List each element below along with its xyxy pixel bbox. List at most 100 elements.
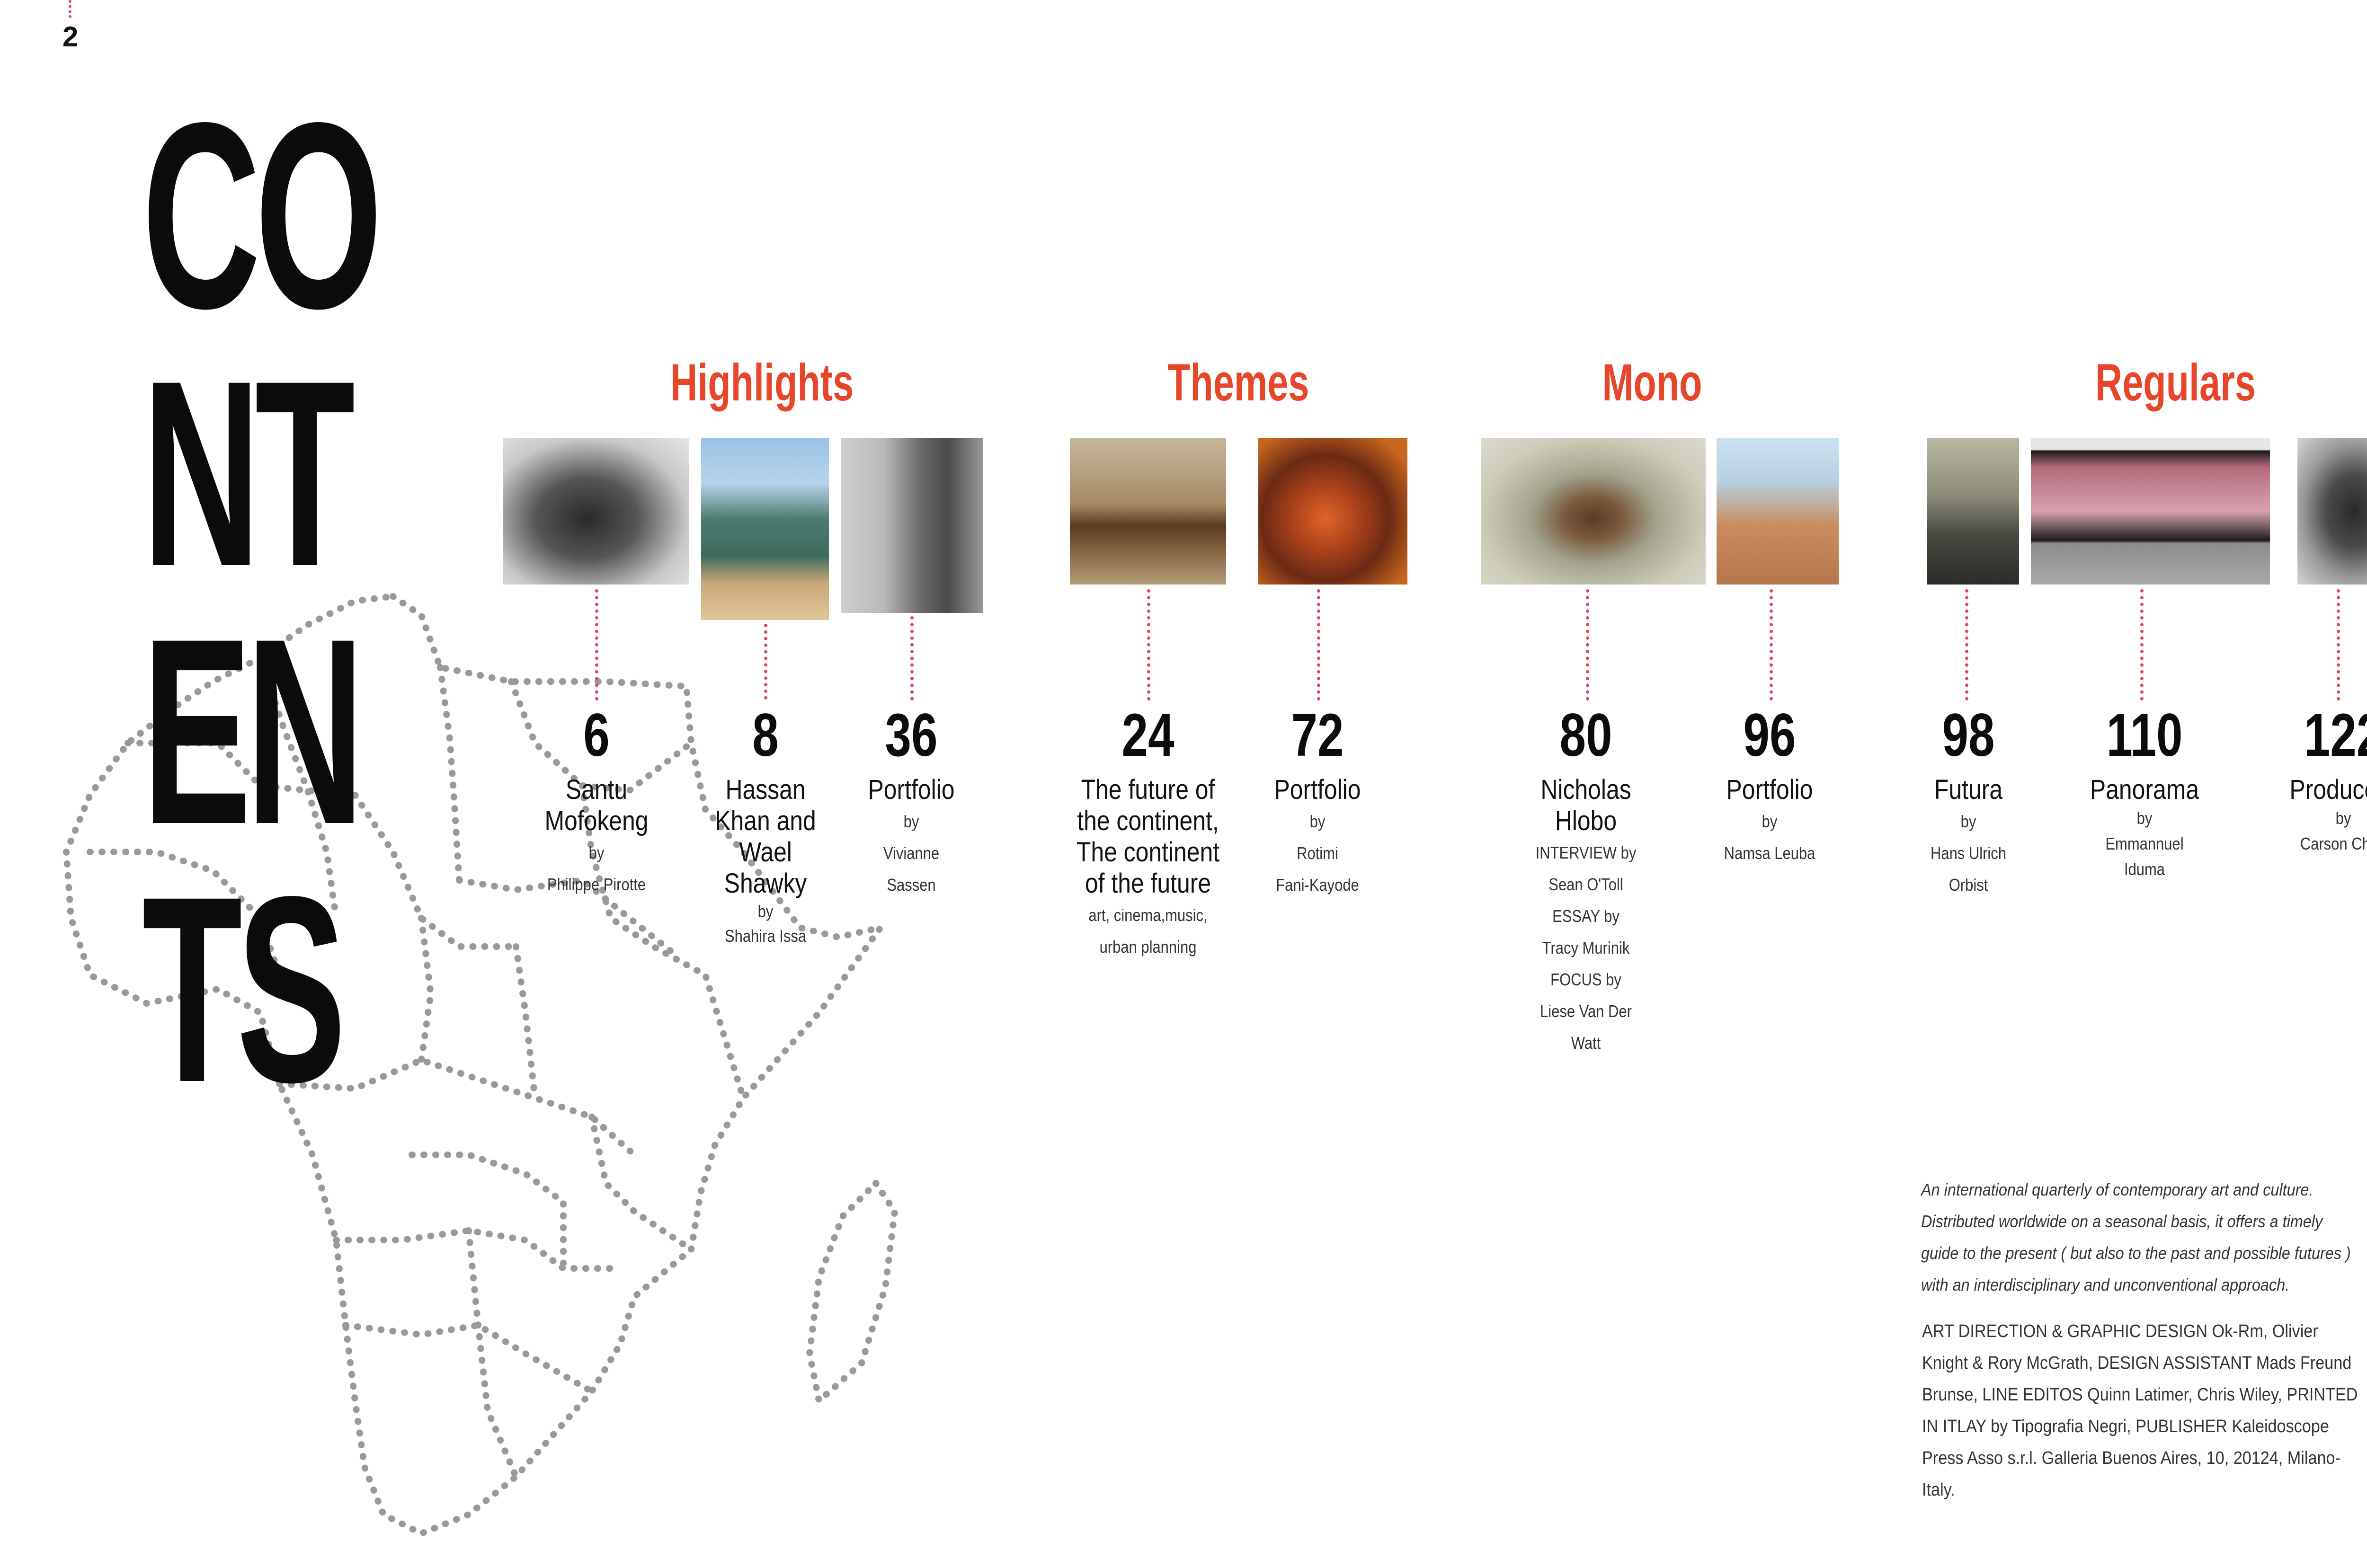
- photo-futura: [1927, 438, 2019, 585]
- photo-santu-mofokeng: [503, 438, 689, 585]
- toc-entry[interactable]: 80 Nicholas Hlobo INTERVIEW by Sean O'To…: [1501, 705, 1671, 1059]
- connector-72: [1317, 589, 1320, 700]
- border-14: [342, 1321, 595, 1395]
- entry-page-number: 8: [752, 701, 779, 769]
- left-page-number: 2: [62, 21, 79, 53]
- entry-page-number: 24: [1121, 701, 1175, 769]
- entry-credit-line: Emmannuel: [2105, 834, 2184, 853]
- toc-entry[interactable]: 36 Portfolio by Vivianne Sassen: [826, 705, 997, 901]
- entry-credit-line: Sean O'Toll: [1548, 875, 1623, 894]
- entry-credit-line: by: [588, 843, 605, 862]
- photo-producers: [2297, 438, 2367, 585]
- toc-entry[interactable]: 6 Santu Mofokeng by Philippe Pirotte: [511, 705, 682, 900]
- contents-heading-line-4: TS: [142, 841, 346, 1137]
- photo-vivianne-sassen: [841, 438, 983, 613]
- entry-title: Portfolio: [868, 774, 955, 805]
- entry-credit-line: Sassen: [887, 875, 936, 895]
- entry-credit-line: by: [757, 902, 774, 921]
- toc-entry[interactable]: 24 The future of the continent, The cont…: [1053, 705, 1243, 963]
- entry-credit-line: art, cinema,music,: [1088, 905, 1208, 925]
- connector-80: [1586, 589, 1589, 700]
- entry-page-number: 98: [1942, 701, 1995, 769]
- toc-entry[interactable]: 110 Panorama by Emmannuel Iduma: [2059, 705, 2230, 882]
- entry-title: Producers: [2289, 774, 2367, 805]
- entry-credit-line: Carson Chan: [2300, 834, 2367, 853]
- entry-credit-line: Vivianne: [883, 843, 940, 863]
- border-6: [352, 792, 519, 950]
- connector-98: [1965, 589, 1968, 700]
- border-13: [333, 1227, 623, 1272]
- entry-credit-line: Namsa Leuba: [1724, 843, 1815, 863]
- photo-hassan-khan-wael-shawky: [701, 438, 829, 620]
- colophon-credits: ART DIRECTION & GRAPHIC DESIGN Ok-Rm, Ol…: [1922, 1321, 2358, 1500]
- contents-heading-line-3: EN: [142, 583, 365, 879]
- section-themes: Themes: [1167, 354, 1309, 412]
- connector-96: [1770, 589, 1773, 700]
- entry-title: The future of the continent, The contine…: [1076, 774, 1220, 899]
- toc-entry[interactable]: 98 Futura by Hans Ulrich Orbist: [1883, 705, 2054, 901]
- entry-credit-line: Philippe Pirotte: [547, 875, 646, 894]
- contents-heading-line-1: CO: [142, 67, 383, 363]
- entry-page-number: 110: [2106, 701, 2183, 769]
- left-page-tick: [69, 0, 71, 18]
- entry-credit-line: Liese Van Der: [1540, 1001, 1632, 1021]
- entry-credit-line: Hans Ulrich: [1930, 843, 2006, 863]
- entry-credit-line: by: [2335, 808, 2351, 828]
- toc-entry[interactable]: 122 Producers by Carson Chan: [2258, 705, 2367, 857]
- toc-entry[interactable]: 8 Hassan Khan and Wael Shawky by Shahira…: [680, 705, 851, 948]
- entry-credit-line: Rotimi: [1297, 843, 1338, 863]
- entry-page-number: 96: [1743, 701, 1796, 769]
- photo-rotimi-fani-kayode: [1258, 438, 1407, 585]
- photo-namsa-leuba: [1717, 438, 1839, 585]
- entry-credit-line: Watt: [1571, 1033, 1601, 1053]
- entry-credit-line: Orbist: [1949, 875, 1988, 895]
- entry-credit-line: by: [1960, 812, 1976, 831]
- madagascar-outline: [806, 1178, 899, 1408]
- toc-entry[interactable]: 96 Portfolio by Namsa Leuba: [1684, 705, 1855, 869]
- entry-title: Portfolio: [1274, 774, 1361, 805]
- border-10: [418, 915, 435, 1063]
- connector-24: [1147, 589, 1150, 700]
- photo-future-of-continent: [1070, 438, 1226, 585]
- photo-nicholas-hlobo: [1481, 438, 1706, 585]
- entry-title: Futura: [1934, 774, 2003, 805]
- entry-page-number: 36: [885, 701, 938, 769]
- border-12: [588, 1114, 694, 1253]
- entry-title: Santu Mofokeng: [544, 774, 649, 836]
- entry-credit-line: ESSAY by: [1552, 906, 1620, 926]
- entry-page-number: 80: [1559, 701, 1612, 769]
- section-mono: Mono: [1602, 354, 1702, 412]
- connector-36: [910, 616, 914, 700]
- entry-page-number: 72: [1291, 701, 1344, 769]
- entry-credit-line: INTERVIEW by: [1535, 843, 1637, 862]
- entry-credit-line: Iduma: [2124, 859, 2165, 879]
- section-highlights: Highlights: [670, 354, 854, 412]
- connector-122: [2337, 589, 2340, 700]
- entry-credit-line: by: [1309, 812, 1326, 831]
- border-11: [513, 943, 538, 1101]
- entry-title: Hassan Khan and Wael Shawky: [715, 774, 816, 899]
- entry-page-number: 122: [2304, 701, 2367, 769]
- entry-credit-line: Shahira Issa: [724, 926, 807, 946]
- photo-panorama: [2031, 438, 2270, 585]
- connector-6: [595, 589, 598, 700]
- entry-credit-line: by: [2136, 808, 2153, 828]
- border-15: [465, 1227, 519, 1480]
- entry-title: Panorama: [2090, 774, 2199, 805]
- contents-heading-line-2: NT: [142, 325, 355, 621]
- entry-title: Nicholas Hlobo: [1540, 774, 1631, 836]
- border-3: [437, 664, 463, 884]
- entry-credit-line: FOCUS by: [1550, 970, 1621, 989]
- entry-page-number: 6: [583, 701, 610, 769]
- entry-credit-line: Tracy Murinik: [1542, 938, 1630, 957]
- connector-8: [764, 624, 767, 700]
- entry-credit-line: urban planning: [1099, 937, 1197, 957]
- section-regulars: Regulars: [2095, 354, 2256, 412]
- entry-credit-line: by: [1762, 812, 1778, 831]
- entry-credit-line: Fani-Kayode: [1276, 875, 1359, 895]
- entry-title: Portfolio: [1726, 774, 1813, 805]
- toc-entry[interactable]: 72 Portfolio by Rotimi Fani-Kayode: [1232, 705, 1403, 901]
- connector-110: [2140, 589, 2144, 700]
- entry-credit-line: by: [903, 812, 919, 831]
- magazine-description: An international quarterly of contempora…: [1921, 1180, 2351, 1294]
